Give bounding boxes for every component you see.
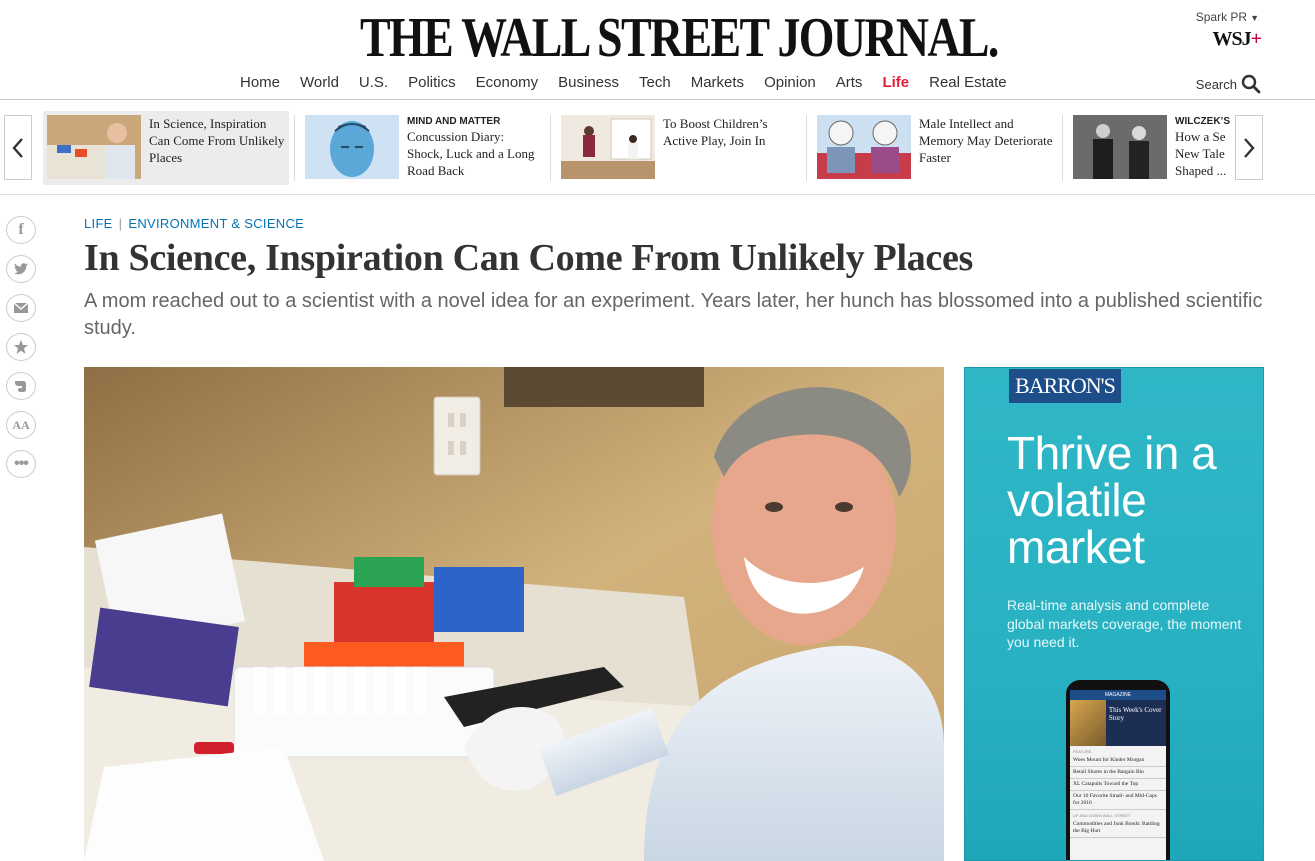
carousel-divider bbox=[294, 115, 295, 181]
chevron-left-icon bbox=[12, 137, 23, 158]
wsj-plus-link[interactable]: WSJ+ bbox=[1212, 28, 1262, 51]
carousel-item-title: To Boost Children’s Active Play, Join In bbox=[663, 116, 768, 148]
text-size-icon: AA bbox=[12, 417, 30, 432]
phone-list-item: XL Catapults Toward the Top bbox=[1070, 779, 1166, 791]
chevron-right-icon bbox=[1244, 137, 1255, 158]
more-options-button[interactable]: ••• bbox=[6, 450, 36, 478]
carousel-item-text: MIND AND MATTER Concussion Diary: Shock,… bbox=[407, 115, 543, 181]
evernote-icon bbox=[15, 381, 26, 392]
evernote-button[interactable] bbox=[6, 372, 36, 400]
email-share-button[interactable] bbox=[6, 294, 36, 322]
carousel-next-button[interactable] bbox=[1235, 115, 1263, 180]
barrons-ad[interactable]: BARRON'S Thrive in a volatile market Rea… bbox=[964, 367, 1264, 861]
email-icon bbox=[13, 302, 29, 313]
search-label: Search bbox=[1195, 76, 1237, 92]
ad-subtext: Real-time analysis and complete global m… bbox=[1007, 597, 1242, 650]
nav-home[interactable]: Home bbox=[230, 74, 290, 91]
search-button[interactable]: Search bbox=[1196, 74, 1261, 94]
phone-screen: MAGAZINE This Week's Cover Story FEATURE… bbox=[1070, 690, 1166, 860]
phone-section-label: UP AND DOWN WALL STREET bbox=[1073, 813, 1131, 818]
phone-app-bar: MAGAZINE bbox=[1070, 690, 1166, 700]
phone-cover-title: This Week's Cover Story bbox=[1108, 706, 1162, 722]
article-dek: A mom reached out to a scientist with a … bbox=[84, 290, 1263, 339]
nav-opinion[interactable]: Opinion bbox=[754, 74, 826, 91]
nav-life[interactable]: Life bbox=[872, 74, 919, 91]
nav-politics[interactable]: Politics bbox=[398, 74, 466, 91]
carousel-thumb-image bbox=[1073, 115, 1167, 179]
breadcrumb: LIFE | ENVIRONMENT & SCIENCE bbox=[84, 216, 304, 231]
breadcrumb-subsection-link[interactable]: ENVIRONMENT & SCIENCE bbox=[128, 216, 304, 231]
phone-list-item: Woes Mount for Kinder Morgan bbox=[1070, 755, 1166, 767]
carousel-thumb-image bbox=[305, 115, 399, 179]
nav-economy[interactable]: Economy bbox=[466, 74, 549, 91]
carousel-item-title: How a Se New Tale Shaped ... bbox=[1175, 129, 1227, 178]
nav-markets[interactable]: Markets bbox=[681, 74, 754, 91]
carousel-item-kicker: MIND AND MATTER bbox=[407, 116, 501, 127]
carousel-item[interactable]: WILCZEK’S How a Se New Tale Shaped ... bbox=[1069, 111, 1233, 185]
facebook-share-button[interactable]: f bbox=[6, 216, 36, 244]
wsj-plus-mark: + bbox=[1250, 28, 1262, 50]
twitter-share-button[interactable] bbox=[6, 255, 36, 283]
carousel-thumb-image bbox=[561, 115, 655, 179]
carousel-item[interactable]: MIND AND MATTER Concussion Diary: Shock,… bbox=[301, 111, 547, 185]
nav-arts[interactable]: Arts bbox=[826, 74, 873, 91]
ad-headline: Thrive in a volatile market bbox=[1007, 427, 1217, 573]
related-carousel: In Science, Inspiration Can Come From Un… bbox=[0, 101, 1315, 195]
breadcrumb-separator: | bbox=[118, 216, 123, 231]
phone-list-item: Our 10 Favorite Small- and Mid-Caps for … bbox=[1070, 791, 1166, 810]
article-headline: In Science, Inspiration Can Come From Un… bbox=[84, 237, 974, 279]
save-button[interactable] bbox=[6, 333, 36, 361]
carousel-item[interactable]: Male Intellect and Memory May Deteriorat… bbox=[813, 111, 1059, 185]
phone-cover-image bbox=[1070, 700, 1106, 746]
carousel-prev-button[interactable] bbox=[4, 115, 32, 180]
facebook-icon: f bbox=[18, 221, 24, 238]
carousel-item-text: WILCZEK’S How a Se New Tale Shaped ... bbox=[1175, 115, 1233, 181]
nav-us[interactable]: U.S. bbox=[349, 74, 398, 91]
phone-list-item: Retail Shares in the Bargain Bin bbox=[1070, 767, 1166, 779]
carousel-item-title: Concussion Diary: Shock, Luck and a Long… bbox=[407, 129, 535, 178]
star-icon bbox=[14, 340, 28, 354]
carousel-item[interactable]: In Science, Inspiration Can Come From Un… bbox=[43, 111, 289, 185]
edition-label: Spark PR bbox=[1195, 10, 1248, 24]
hero-photo bbox=[84, 367, 944, 861]
nav-business[interactable]: Business bbox=[548, 74, 629, 91]
text-size-button[interactable]: AA bbox=[6, 411, 36, 439]
nav-world[interactable]: World bbox=[290, 74, 349, 91]
phone-cover-story: This Week's Cover Story bbox=[1070, 700, 1166, 746]
wsj-plus-text: WSJ bbox=[1212, 28, 1251, 50]
phone-list-item: Commodities and Junk Bonds: Battling the… bbox=[1070, 819, 1166, 838]
share-rail: f AA ••• bbox=[6, 216, 36, 478]
search-icon bbox=[1241, 74, 1261, 94]
carousel-thumb-image bbox=[817, 115, 911, 179]
ad-brand-logo: BARRON'S bbox=[1009, 369, 1121, 403]
more-icon: ••• bbox=[14, 455, 29, 472]
carousel-item-title: In Science, Inspiration Can Come From Un… bbox=[149, 116, 285, 165]
edition-selector[interactable]: Spark PR ▼ bbox=[1196, 10, 1259, 24]
phone-section-label: FEATURE bbox=[1073, 749, 1092, 754]
caret-down-icon: ▼ bbox=[1250, 13, 1259, 23]
article-hero-image[interactable] bbox=[84, 367, 944, 861]
carousel-divider bbox=[1062, 115, 1063, 181]
nav-tech[interactable]: Tech bbox=[629, 74, 681, 91]
twitter-icon bbox=[14, 263, 28, 275]
nav-real-estate[interactable]: Real Estate bbox=[919, 74, 1017, 91]
carousel-item-title: Male Intellect and Memory May Deteriorat… bbox=[919, 116, 1053, 165]
carousel-item-kicker: WILCZEK’S bbox=[1175, 116, 1230, 127]
main-nav: Home World U.S. Politics Economy Busines… bbox=[230, 74, 1017, 91]
carousel-divider bbox=[806, 115, 807, 181]
wsj-logo[interactable]: THE WALL STREET JOURNAL. bbox=[360, 6, 999, 70]
phone-article-list: FEATURE Woes Mount for Kinder Morgan Ret… bbox=[1070, 746, 1166, 838]
ad-phone-mockup: MAGAZINE This Week's Cover Story FEATURE… bbox=[1066, 680, 1170, 860]
carousel-item[interactable]: To Boost Children’s Active Play, Join In bbox=[557, 111, 803, 185]
breadcrumb-section-link[interactable]: LIFE bbox=[84, 216, 113, 231]
masthead: THE WALL STREET JOURNAL. Spark PR ▼ WSJ+ … bbox=[0, 0, 1315, 100]
carousel-divider bbox=[550, 115, 551, 181]
carousel-thumb-image bbox=[47, 115, 141, 179]
